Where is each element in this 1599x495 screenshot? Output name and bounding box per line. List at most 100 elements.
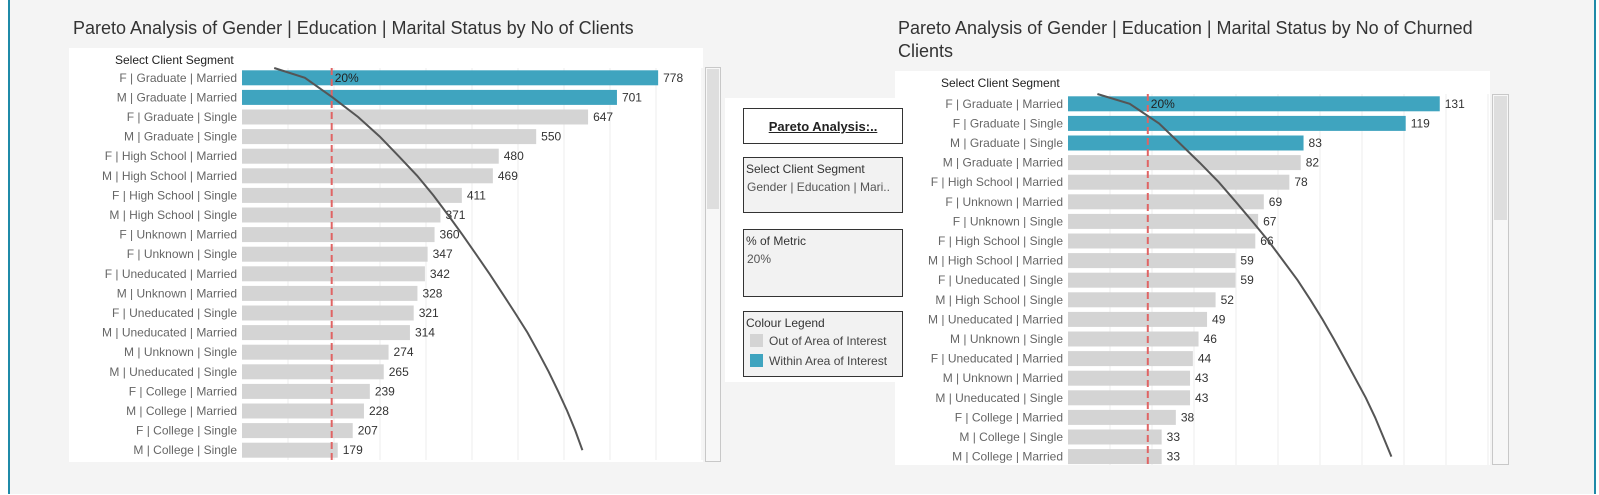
left-value-label: 328 (422, 286, 442, 300)
left-pareto-chart: Select Client Segment F | Graduate | Marr… (102, 53, 703, 460)
right-value-label: 59 (1240, 254, 1254, 268)
left-value-label: 411 (467, 188, 486, 202)
right-value-label: 33 (1167, 430, 1181, 444)
right-pareto-chart: Select Client Segment F | Graduate | Marr… (928, 76, 1489, 465)
left-value-label: 480 (504, 149, 524, 163)
right-value-label: 69 (1269, 195, 1283, 209)
right-bar (1068, 155, 1301, 171)
left-bar (242, 383, 370, 399)
left-scrollbar-thumb[interactable] (707, 69, 719, 209)
left-scrollbar[interactable] (705, 67, 721, 462)
client-segment-filter[interactable]: Select Client Segment Gender | Education… (743, 157, 903, 213)
left-category-label: F | College | Married (129, 384, 237, 398)
right-bar (1068, 409, 1176, 425)
right-bar (1068, 370, 1191, 386)
left-bar (242, 423, 353, 439)
left-value-label: 342 (430, 267, 450, 281)
right-bar (1068, 253, 1236, 269)
left-value-label: 274 (394, 345, 414, 359)
right-chart-title-line1: Pareto Analysis of Gender | Education | … (898, 18, 1473, 38)
left-value-label: 239 (375, 384, 395, 398)
legend-item-within: Within Area of Interest (750, 354, 887, 368)
left-value-label: 228 (369, 404, 389, 418)
right-value-label: 78 (1294, 175, 1308, 189)
right-category-label: M | Uneducated | Married (928, 312, 1063, 326)
left-category-label: F | Unknown | Single (127, 247, 238, 261)
left-percent-marker-label: 20% (335, 71, 359, 85)
left-category-label: F | Unknown | Married (119, 228, 237, 242)
right-category-label: F | High School | Single (938, 234, 1063, 248)
metric-percent-filter[interactable]: % of Metric 20% (743, 229, 903, 297)
right-value-label: 46 (1204, 332, 1218, 346)
left-category-label: M | High School | Married (102, 169, 237, 183)
right-value-label: 38 (1181, 410, 1195, 424)
right-value-label: 59 (1240, 273, 1254, 287)
left-bar (242, 168, 493, 184)
left-bar (242, 325, 410, 341)
left-category-label: F | High School | Single (112, 188, 237, 202)
left-bar (242, 109, 589, 125)
left-value-label: 321 (419, 306, 439, 320)
left-bar (242, 305, 414, 321)
left-category-label: M | High School | Single (109, 208, 237, 222)
client-segment-filter-label: Select Client Segment (746, 162, 865, 176)
right-category-label: M | Graduate | Single (950, 136, 1063, 150)
right-bar (1068, 351, 1193, 367)
right-category-label: M | College | Married (952, 450, 1063, 464)
right-category-label: F | Graduate | Married (945, 97, 1063, 111)
left-value-label: 469 (498, 169, 518, 183)
metric-percent-filter-value[interactable]: 20% (747, 252, 897, 266)
left-value-label: 778 (663, 71, 683, 85)
left-value-label: 550 (541, 130, 561, 144)
colour-legend-title: Colour Legend (746, 316, 825, 330)
pareto-analysis-button[interactable]: Pareto Analysis:.. (743, 108, 903, 144)
right-chart-title-line2: Clients (898, 41, 954, 61)
legend-label-out: Out of Area of Interest (769, 334, 887, 348)
right-bar (1068, 272, 1236, 288)
left-category-label: F | Graduate | Single (127, 110, 238, 124)
right-value-label: 43 (1195, 371, 1209, 385)
left-bar (242, 403, 364, 419)
left-bar (242, 364, 384, 380)
right-chart-panel: Select Client Segment F | Graduate | Marr… (895, 71, 1490, 465)
right-category-label: F | College | Married (955, 410, 1063, 424)
left-category-label: F | Uneducated | Married (105, 267, 237, 281)
right-category-label: M | Unknown | Single (950, 332, 1063, 346)
legend-item-out: Out of Area of Interest (750, 334, 886, 348)
left-bar (242, 442, 338, 458)
right-category-label: M | Uneducated | Single (935, 391, 1063, 405)
left-value-label: 347 (433, 247, 453, 261)
right-value-label: 33 (1167, 450, 1181, 464)
right-bar (1068, 96, 1440, 112)
left-bar (242, 246, 428, 262)
legend-swatch-within (750, 354, 763, 367)
left-value-label: 179 (343, 443, 363, 457)
right-bar (1068, 213, 1259, 229)
left-bar (242, 148, 499, 164)
left-category-label: F | High School | Married (105, 149, 237, 163)
client-segment-filter-value[interactable]: Gender | Education | Mari.. (747, 180, 897, 194)
right-header: Select Client Segment (941, 76, 1060, 90)
left-value-label: 207 (358, 424, 378, 438)
right-bar (1068, 331, 1199, 347)
left-value-label: 701 (622, 90, 642, 104)
right-bar (1068, 311, 1208, 327)
left-bar (242, 227, 435, 243)
right-scrollbar-thumb[interactable] (1494, 96, 1507, 220)
right-category-label: M | Graduate | Married (943, 156, 1063, 170)
right-value-label: 82 (1306, 156, 1320, 170)
left-bar (242, 207, 441, 223)
right-scrollbar[interactable] (1492, 94, 1509, 465)
right-value-label: 83 (1309, 136, 1323, 150)
right-percent-marker-label: 20% (1151, 97, 1175, 111)
left-category-label: M | Uneducated | Single (109, 365, 237, 379)
left-category-label: M | College | Single (133, 443, 237, 457)
right-value-label: 49 (1212, 312, 1226, 326)
right-bar (1068, 292, 1216, 308)
left-bar (242, 285, 418, 301)
right-category-label: M | High School | Single (935, 293, 1063, 307)
right-bar (1068, 174, 1290, 190)
left-category-label: M | Graduate | Single (124, 130, 237, 144)
right-category-label: F | High School | Married (931, 175, 1063, 189)
left-value-label: 265 (389, 365, 409, 379)
